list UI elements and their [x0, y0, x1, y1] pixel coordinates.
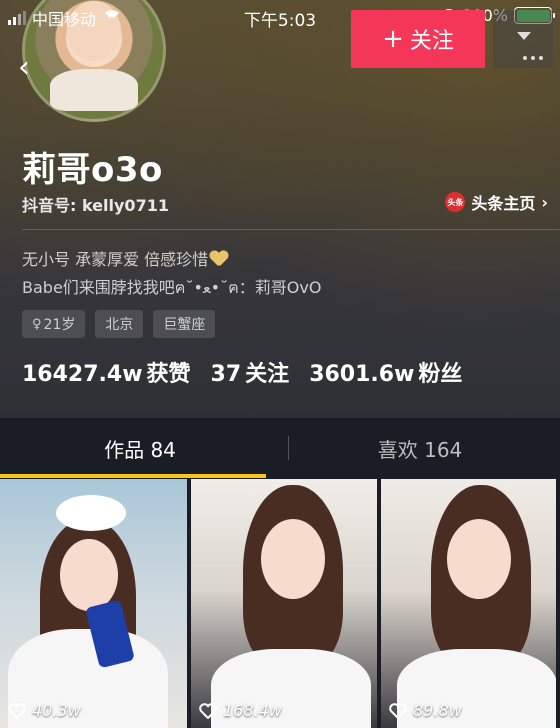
tab-works[interactable]: 作品 84 — [0, 418, 280, 478]
douyin-id: 抖音号: kelly0711 — [22, 196, 169, 215]
follow-button[interactable]: + 关注 — [351, 10, 485, 68]
profile-stats: 16427.4w 获赞 37 关注 3601.6w 粉丝 — [22, 356, 462, 388]
video-thumbnail[interactable]: 40.3w — [0, 479, 187, 728]
active-tab-indicator — [0, 474, 266, 478]
tag-location: 北京 — [95, 310, 144, 338]
toutiao-homepage-link[interactable]: 头条 头条主页 › — [445, 190, 548, 214]
back-icon[interactable]: ‹ — [18, 50, 30, 85]
gold-heart-icon — [210, 251, 228, 267]
toutiao-logo-icon: 头条 — [445, 192, 466, 212]
follow-button-label: 关注 — [409, 29, 454, 54]
chevron-right-icon: › — [541, 192, 548, 212]
nickname: 莉哥o3o — [22, 150, 163, 190]
stat-likes: 16427.4w 获赞 — [22, 362, 191, 387]
tag-age: ♀ 21岁 — [22, 310, 86, 338]
tab-likes[interactable]: 喜欢 164 — [280, 418, 560, 478]
bio: 无小号 承蒙厚爱 倍感珍惜 Babe们来围脖找我吧ฅ˘•ﻌ•˘ฅ：莉哥OvO — [22, 246, 321, 302]
chevron-down-icon — [517, 32, 531, 40]
bio-line-2: Babe们来围脖找我吧ฅ˘•ﻌ•˘ฅ：莉哥OvO — [22, 278, 322, 297]
thumb-figure-face — [261, 519, 325, 599]
stat-fans[interactable]: 3601.6w 粉丝 — [309, 356, 462, 388]
profile-tags: ♀ 21岁 北京 巨蟹座 — [22, 310, 216, 338]
thumb-figure-face — [60, 539, 118, 611]
heart-icon — [8, 702, 26, 719]
video-likes: 168.4w — [199, 701, 282, 720]
divider — [22, 229, 560, 230]
thumb-figure-face — [447, 519, 511, 599]
video-likes: 89.8w — [389, 701, 462, 720]
video-thumbnail[interactable]: 168.4w — [191, 479, 377, 728]
content-tabs: 作品 84 喜欢 164 — [0, 418, 560, 478]
video-thumbnail[interactable]: 89.8w — [381, 479, 556, 728]
plus-icon: + — [382, 24, 404, 54]
more-dots-icon[interactable] — [523, 56, 543, 60]
thumb-figure-headband — [56, 495, 126, 531]
toutiao-label: 头条主页 — [471, 194, 536, 213]
tag-zodiac: 巨蟹座 — [153, 310, 216, 338]
heart-icon — [199, 702, 217, 719]
female-icon: ♀ — [32, 316, 42, 332]
heart-icon — [389, 702, 407, 719]
video-likes: 40.3w — [8, 701, 81, 720]
bio-line-1: 无小号 承蒙厚爱 倍感珍惜 — [22, 250, 209, 269]
tab-divider — [288, 436, 289, 460]
video-grid: 40.3w 168.4w 89.8w — [0, 479, 560, 728]
stat-following[interactable]: 37 关注 — [211, 356, 290, 388]
avatar-shirt — [49, 69, 139, 111]
